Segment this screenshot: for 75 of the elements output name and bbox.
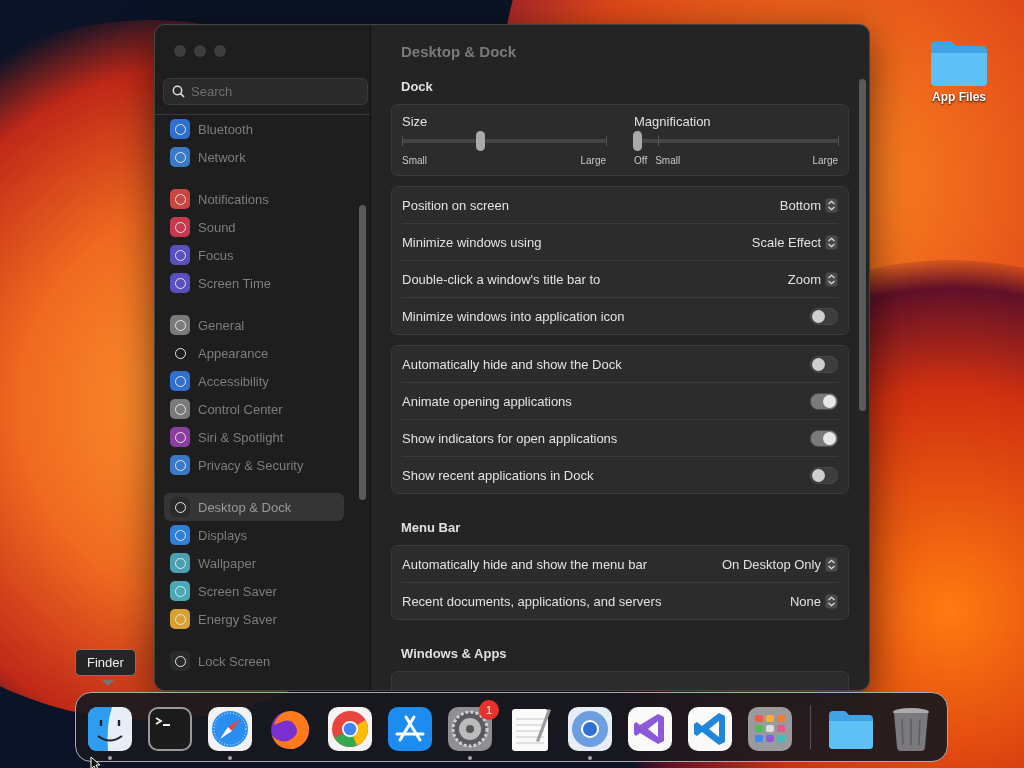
popup-menu[interactable]: Bottom xyxy=(779,197,838,213)
sidebar-item[interactable]: Privacy & Security xyxy=(164,451,344,479)
sidebar-item[interactable]: Lock Screen xyxy=(164,647,344,675)
terminal-icon[interactable] xyxy=(146,704,194,753)
setting-label: Double-click a window's title bar to xyxy=(402,271,601,287)
popup-menu[interactable]: None xyxy=(789,593,838,609)
popup-menu[interactable]: Scale Effect xyxy=(751,234,838,250)
slider-track[interactable] xyxy=(634,131,838,151)
store-icon[interactable] xyxy=(386,704,434,753)
compass-icon[interactable] xyxy=(206,704,254,753)
sidebar-item[interactable]: Notifications xyxy=(164,185,344,213)
toggle-switch[interactable] xyxy=(810,307,838,325)
sidebar-item[interactable]: Network xyxy=(164,143,344,171)
stepper-arrows-icon xyxy=(825,197,838,213)
sidebar-item[interactable]: Wallpaper xyxy=(164,549,344,577)
slider-thumb[interactable] xyxy=(476,131,486,151)
sidebar-item[interactable]: General xyxy=(164,311,344,339)
tick-label: Large xyxy=(580,155,606,166)
sidebar-item[interactable]: Energy Saver xyxy=(164,605,344,633)
slider-label: Magnification xyxy=(634,114,712,129)
setting-label: Show recent applications in Dock xyxy=(402,467,594,483)
stepper-arrows-icon xyxy=(825,234,838,250)
folder-label: App Files xyxy=(932,90,986,104)
search-field[interactable]: Search xyxy=(163,78,368,105)
scrollbar[interactable] xyxy=(859,79,866,411)
section-heading: Menu Bar xyxy=(401,520,462,535)
setting-label: Animate opening applications xyxy=(402,393,572,409)
tooltip-arrow-icon xyxy=(102,680,114,687)
gear-icon[interactable] xyxy=(446,704,494,753)
sidebar-item[interactable]: Focus xyxy=(164,241,344,269)
mouse-pointer-icon xyxy=(90,756,102,768)
grid-icon[interactable] xyxy=(746,704,794,753)
section-heading: Dock xyxy=(401,79,434,94)
popup-menu[interactable]: On Desktop Only xyxy=(722,556,838,572)
slider-thumb[interactable] xyxy=(633,131,642,151)
setting-label: Recent documents, applications, and servers xyxy=(402,593,662,609)
setting-label: Automatically hide and show the menu bar xyxy=(402,556,647,572)
setting-label: Automatically hide and show the Dock xyxy=(402,356,622,372)
setting-label: Minimize windows into application icon xyxy=(402,308,625,324)
setting-label: Show indicators for open applications xyxy=(402,430,618,446)
notification-badge: 1 xyxy=(479,699,499,720)
sidebar-item[interactable]: Siri & Spotlight xyxy=(164,423,344,451)
toggle-switch[interactable] xyxy=(810,355,838,373)
sidebar-item[interactable]: Accessibility xyxy=(164,367,344,395)
ribbon-icon[interactable] xyxy=(626,704,674,753)
slider-label: Size xyxy=(402,114,429,129)
ring-icon[interactable] xyxy=(566,704,614,753)
toggle-switch[interactable] xyxy=(810,466,838,484)
tick-label: Small xyxy=(402,155,427,166)
slider-track[interactable] xyxy=(402,131,606,151)
sidebar-item[interactable]: Screen Time xyxy=(164,269,344,297)
scrollbar[interactable] xyxy=(359,205,366,500)
setting-label: Minimize windows using xyxy=(402,234,542,250)
sidebar-item[interactable]: Displays xyxy=(164,521,344,549)
sidebar-item[interactable]: Sound xyxy=(164,213,344,241)
tick-label: Small xyxy=(655,155,681,166)
popup-menu[interactable]: Zoom xyxy=(787,271,838,287)
stepper-arrows-icon xyxy=(825,556,838,572)
toggle-switch[interactable] xyxy=(810,392,838,410)
tick-label: Off xyxy=(634,155,648,166)
sidebar-item[interactable]: Bluetooth xyxy=(164,115,344,143)
code-editor-icon[interactable] xyxy=(686,704,734,753)
toggle-switch[interactable] xyxy=(810,429,838,447)
section-heading: Windows & Apps xyxy=(401,646,508,661)
setting-label: Position on screen xyxy=(402,197,509,213)
stepper-arrows-icon xyxy=(825,593,838,609)
window-title: Desktop & Dock xyxy=(400,42,518,62)
sidebar-item[interactable]: Desktop & Dock xyxy=(164,493,344,521)
sidebar-item[interactable]: Screen Saver xyxy=(164,577,344,605)
tick-label: Large xyxy=(812,155,838,166)
tooltip: Finder xyxy=(75,649,136,676)
sidebar-item[interactable]: Control Center xyxy=(164,395,344,423)
sidebar-item[interactable]: Appearance xyxy=(164,339,344,367)
stepper-arrows-icon xyxy=(825,271,838,287)
smiling-face-icon[interactable] xyxy=(86,704,134,753)
